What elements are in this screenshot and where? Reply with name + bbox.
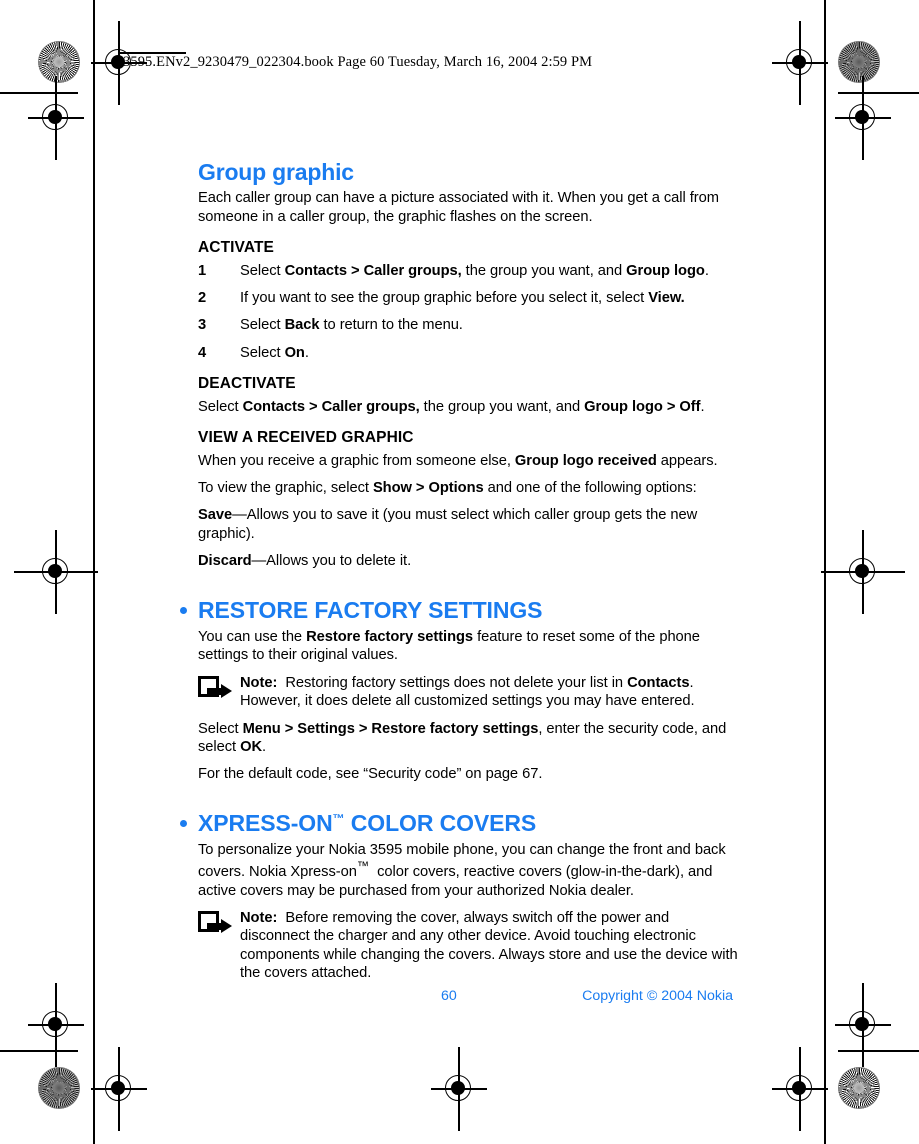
restore-default-code-paragraph: For the default code, see “Security code… <box>198 766 543 783</box>
option-definition-discard: Discard—Allows you to delete it. <box>198 553 412 570</box>
crop-line-bottom-left-horizontal <box>0 1050 78 1052</box>
note-text: Note: Restoring factory settings does no… <box>240 674 695 710</box>
page-title: Group graphic <box>198 159 354 185</box>
page-content: Group graphic Each caller group can have… <box>180 159 738 992</box>
print-rosette-target-top-right <box>838 41 880 83</box>
note-arrow-icon <box>198 911 232 937</box>
subheading-deactivate: DEACTIVATE <box>198 375 296 393</box>
registration-mark-middle-left <box>14 530 98 614</box>
step-number: 1 <box>198 262 207 279</box>
section-heading-label: RESTORE FACTORY SETTINGS <box>198 596 543 623</box>
print-rosette-target-bottom-left <box>38 1067 80 1109</box>
bullet-icon <box>180 606 187 614</box>
crop-line-bottom-right-horizontal <box>838 1050 919 1052</box>
step-item: 3 Select Back to return to the menu. <box>198 316 738 334</box>
group-graphic-intro-paragraph: Each caller group can have a picture ass… <box>198 190 719 225</box>
step-item: 1 Select Contacts > Caller groups, the g… <box>198 262 738 280</box>
registration-mark-middle-right <box>821 530 905 614</box>
crop-line-top-right-horizontal <box>838 92 919 94</box>
note-arrow-icon <box>198 675 232 702</box>
registration-mark-bottom-left-inner <box>91 1047 147 1131</box>
crop-line-right-vertical <box>824 0 826 1144</box>
restore-intro-paragraph: You can use the Restore factory settings… <box>198 629 700 664</box>
step-text: If you want to see the group graphic bef… <box>240 290 685 307</box>
footer-copyright: Copyright © 2004 Nokia <box>582 988 733 1004</box>
registration-mark-lower-left-outer <box>28 983 84 1067</box>
registration-mark-lower-right-outer <box>835 983 891 1067</box>
section-heading-xpress-on-color-covers: XPRESS-ON™ COLOR COVERS <box>180 809 738 836</box>
restore-steps-paragraph: Select Menu > Settings > Restore factory… <box>198 720 727 755</box>
subheading-activate: ACTIVATE <box>198 239 274 257</box>
step-text: Select Contacts > Caller groups, the gro… <box>240 262 709 279</box>
step-item: 2 If you want to see the group graphic b… <box>198 289 738 307</box>
note-block-restore: Note: Restoring factory settings does no… <box>198 674 738 711</box>
step-item: 4 Select On. <box>198 344 738 362</box>
subheading-view-received-graphic: VIEW A RECEIVED GRAPHIC <box>198 429 414 447</box>
registration-mark-top-right-inner <box>772 21 828 105</box>
registration-mark-upper-right-outer <box>835 76 891 160</box>
footer-page-number: 60 <box>441 988 457 1004</box>
note-text: Note: Before removing the cover, always … <box>240 910 738 982</box>
document-header-filename: 3595.ENv2_9230479_022304.book Page 60 Tu… <box>123 54 593 70</box>
bullet-icon <box>180 819 187 827</box>
step-text: Select Back to return to the menu. <box>240 317 463 334</box>
registration-mark-upper-left-outer <box>28 76 84 160</box>
section-heading-restore-factory-settings: RESTORE FACTORY SETTINGS <box>180 596 738 623</box>
print-rosette-target-bottom-right <box>838 1067 880 1109</box>
xpress-intro-paragraph: To personalize your Nokia 3595 mobile ph… <box>198 842 726 899</box>
view-graphic-paragraph-2: To view the graphic, select Show > Optio… <box>198 480 697 497</box>
step-number: 4 <box>198 344 207 361</box>
crop-line-left-vertical <box>93 0 95 1144</box>
option-definition-save: Save—Allows you to save it (you must sel… <box>198 507 698 542</box>
view-graphic-paragraph-1: When you receive a graphic from someone … <box>198 452 718 469</box>
crop-line-top-left-horizontal <box>0 92 78 94</box>
step-text: Select On. <box>240 344 309 361</box>
registration-mark-bottom-right-inner <box>772 1047 828 1131</box>
section-heading-label: XPRESS-ON™ COLOR COVERS <box>198 809 537 836</box>
print-rosette-target-top-left <box>38 41 80 83</box>
note-block-covers: Note: Before removing the cover, always … <box>198 909 738 983</box>
step-number: 3 <box>198 317 207 334</box>
step-number: 2 <box>198 290 207 307</box>
registration-mark-bottom-center <box>431 1047 487 1131</box>
deactivate-paragraph: Select Contacts > Caller groups, the gro… <box>198 398 705 415</box>
